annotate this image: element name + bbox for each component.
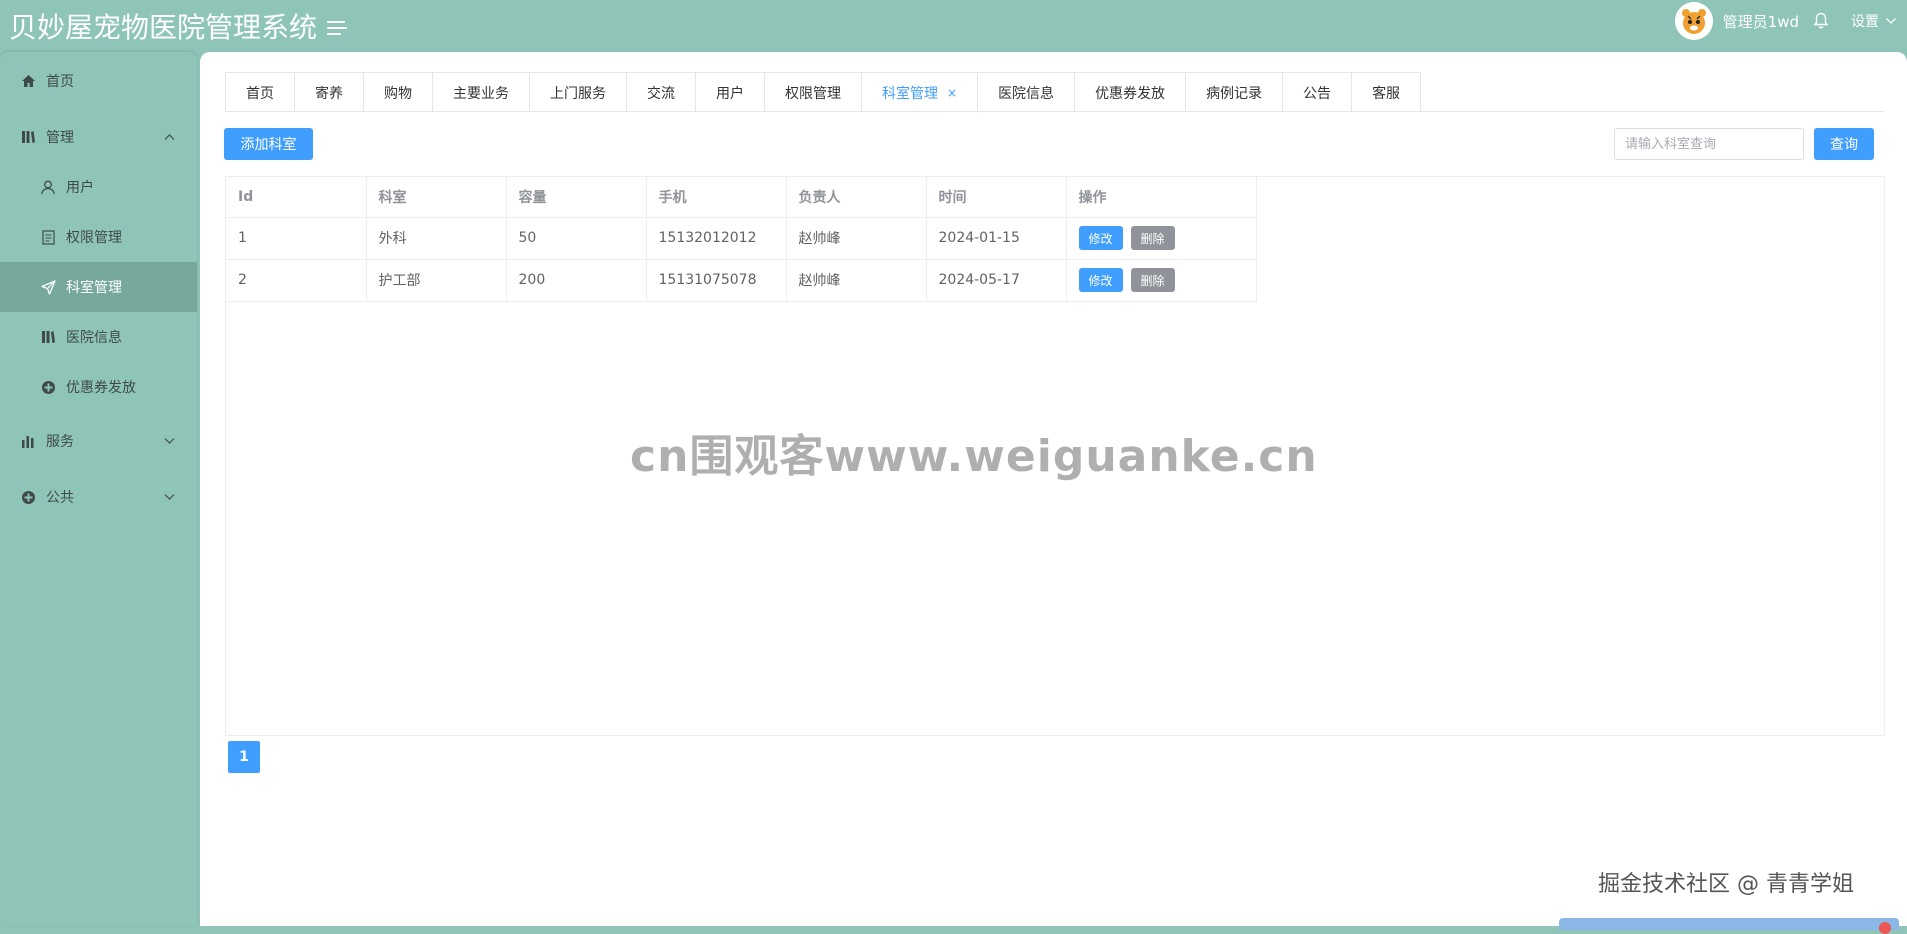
sidebar-item-label: 首页 [46, 74, 74, 90]
tab-label: 科室管理 [882, 85, 938, 102]
tab-case-records[interactable]: 病例记录 [1186, 73, 1284, 112]
sidebar-item-home[interactable]: 首页 [0, 56, 197, 106]
table-row: 1 外科 50 15132012012 赵帅峰 2024-01-15 修改 删除 [226, 217, 1257, 260]
column-header: 科室 [366, 177, 507, 218]
sidebar-item-label: 服务 [46, 434, 74, 450]
sidebar-item-label: 管理 [46, 130, 74, 146]
column-header: 手机 [646, 177, 787, 218]
home-icon [20, 73, 36, 89]
sidebar: 首页 管理 用户 权限管理 科室管理 医院信息 优惠券发放 服务 公共 [0, 52, 197, 926]
column-header: 时间 [926, 177, 1067, 218]
circle-plus-icon [40, 379, 56, 395]
table-cell-actions: 修改 删除 [1066, 217, 1257, 260]
table-cell: 1 [226, 217, 367, 260]
column-header: 操作 [1066, 177, 1257, 218]
header-right: 管理员1wd 设置 [1674, 0, 1907, 42]
table-cell: 200 [506, 259, 647, 302]
username[interactable]: 管理员1wd [1723, 11, 1799, 32]
user-icon [40, 179, 56, 195]
credit-text: 掘金技术社区 @ 青青学姐 [1598, 872, 1854, 897]
notification-dot-icon [1879, 922, 1891, 934]
tab-bar: 首页 寄养 购物 主要业务 上门服务 交流 用户 权限管理 科室管理 × 医院信… [225, 72, 1422, 113]
bell-icon[interactable] [1813, 12, 1829, 30]
sidebar-item-label: 医院信息 [66, 330, 122, 346]
sidebar-item-public[interactable]: 公共 [0, 472, 197, 522]
tab-announcements[interactable]: 公告 [1283, 73, 1353, 112]
tab-home-service[interactable]: 上门服务 [530, 73, 627, 112]
tab-users[interactable]: 用户 [696, 73, 765, 112]
sidebar-item-service[interactable]: 服务 [0, 416, 197, 466]
tab-hospital-info[interactable]: 医院信息 [978, 73, 1076, 112]
table-header-row: Id 科室 容量 手机 负责人 时间 操作 [226, 177, 1257, 218]
sidebar-item-label: 用户 [66, 180, 94, 196]
tab-shopping[interactable]: 购物 [364, 73, 433, 112]
table-cell: 赵帅峰 [786, 217, 927, 260]
add-department-button[interactable]: 添加科室 [224, 128, 313, 160]
sidebar-item-label: 科室管理 [66, 280, 122, 296]
search-input[interactable] [1614, 128, 1804, 160]
sidebar-item-users[interactable]: 用户 [0, 162, 197, 212]
sidebar-item-manage[interactable]: 管理 [0, 112, 197, 162]
app-title: 贝妙屋宠物医院管理系统 [9, 11, 318, 44]
table-cell: 2 [226, 259, 367, 302]
sidebar-item-label: 优惠券发放 [66, 380, 136, 396]
main-content: 首页 寄养 购物 主要业务 上门服务 交流 用户 权限管理 科室管理 × 医院信… [200, 52, 1907, 934]
chevron-down-icon [164, 494, 175, 501]
search-button[interactable]: 查询 [1814, 128, 1874, 160]
tab-coupons[interactable]: 优惠券发放 [1075, 73, 1187, 112]
table-row: 2 护工部 200 15131075078 赵帅峰 2024-05-17 修改删… [226, 259, 1257, 302]
chevron-down-icon[interactable] [1885, 17, 1897, 25]
pagination-page-button[interactable]: 1 [228, 741, 260, 773]
chevron-down-icon [164, 438, 175, 445]
tab-departments[interactable]: 科室管理 × [862, 73, 979, 113]
book-icon [20, 129, 36, 145]
watermark: cn围观客www.weiguanke.cn [630, 431, 1318, 482]
bottom-floating-bar[interactable] [1559, 918, 1899, 934]
column-header: Id [226, 177, 367, 218]
delete-button[interactable]: 删除 [1130, 268, 1175, 292]
sidebar-item-departments[interactable]: 科室管理 [0, 262, 197, 312]
table-cell-actions: 修改 删除 [1066, 259, 1257, 302]
table-cell: 15131075078 [646, 259, 787, 302]
table-cell: 外科 [366, 217, 507, 260]
tab-divider [225, 111, 1884, 112]
tab-home[interactable]: 首页 [226, 73, 295, 112]
sidebar-item-label: 权限管理 [66, 230, 122, 246]
sidebar-item-hospital-info[interactable]: 医院信息 [0, 312, 197, 362]
close-icon[interactable]: × [947, 86, 957, 100]
table-cell: 2024-01-15 [926, 217, 1067, 260]
tiger-avatar-icon [1674, 2, 1713, 40]
tab-main-business[interactable]: 主要业务 [433, 73, 530, 112]
tab-boarding[interactable]: 寄养 [295, 73, 364, 112]
delete-button[interactable]: 删除 [1130, 226, 1175, 250]
document-icon [40, 229, 56, 245]
column-header: 负责人 [786, 177, 927, 218]
tab-customer-service[interactable]: 客服 [1352, 73, 1421, 112]
department-table: Id 科室 容量 手机 负责人 时间 操作 1 外科 50 1513201201… [226, 177, 1257, 302]
book-icon [40, 329, 56, 345]
avatar[interactable] [1674, 2, 1713, 40]
table-cell: 赵帅峰 [786, 259, 927, 302]
table-cell: 15132012012 [646, 217, 787, 260]
send-icon [40, 279, 56, 295]
circle-plus-icon [20, 489, 36, 505]
tab-communication[interactable]: 交流 [627, 73, 696, 112]
settings-menu[interactable]: 设置 [1851, 11, 1879, 31]
top-header: 贝妙屋宠物医院管理系统 管理员1wd 设置 [0, 0, 1907, 52]
chevron-up-icon [164, 134, 175, 141]
tab-permissions[interactable]: 权限管理 [765, 73, 862, 112]
sidebar-item-coupons[interactable]: 优惠券发放 [0, 362, 197, 412]
sidebar-item-permissions[interactable]: 权限管理 [0, 212, 197, 262]
sidebar-item-label: 公共 [46, 490, 74, 506]
bar-chart-icon [20, 433, 36, 449]
edit-button[interactable]: 修改 [1078, 268, 1123, 292]
table-cell: 2024-05-17 [926, 259, 1067, 302]
menu-toggle-icon[interactable] [327, 19, 349, 37]
edit-button[interactable]: 修改 [1078, 226, 1123, 250]
table-cell: 护工部 [366, 259, 507, 302]
column-header: 容量 [506, 177, 647, 218]
table-cell: 50 [506, 217, 647, 260]
